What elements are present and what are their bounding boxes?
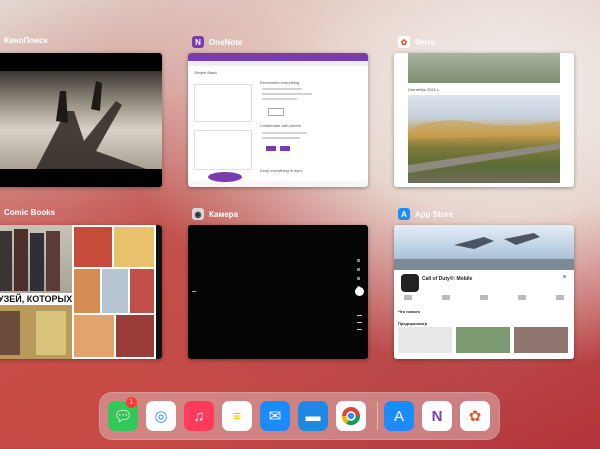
safari-app[interactable]: ◎ <box>146 401 176 431</box>
app-card-appstore[interactable]: Call of Duty®: Mobile Что нового Предпро… <box>394 225 574 359</box>
chrome-app[interactable] <box>336 401 366 431</box>
road-icon <box>408 120 560 173</box>
comic-figures-icon <box>0 229 72 359</box>
dock-separator <box>377 402 378 430</box>
music-app[interactable]: ♫ <box>184 401 214 431</box>
rating-row <box>404 295 564 303</box>
app-name: Фото <box>415 37 436 47</box>
app-label-photos: ✿ Фото <box>398 36 435 48</box>
app-label-onenote: N OneNote <box>192 36 242 48</box>
note-box <box>194 130 252 170</box>
sample-chart <box>268 108 284 116</box>
ink-shape <box>208 172 242 182</box>
app-name: Comic Books <box>4 208 56 217</box>
screenshot-preview <box>514 327 568 353</box>
page-edge <box>156 225 162 359</box>
game-icon <box>401 274 419 292</box>
app-store-icon: A <box>398 208 410 220</box>
app-card-camera[interactable] <box>188 225 368 359</box>
files-app[interactable]: ▬ <box>298 401 328 431</box>
comic-page-left: УЗЕЙ, КОТОРЫХ НЕТ <box>0 225 100 359</box>
section-title: Что нового <box>398 309 421 314</box>
app-label-appstore: A App Store <box>398 208 453 220</box>
screenshot-preview <box>398 327 452 353</box>
app-card-onenote[interactable]: Simple Basic Remember everything Collabo… <box>188 53 368 187</box>
app-name: App Store <box>415 209 454 219</box>
zoom-indicator <box>192 291 196 292</box>
app-card-kinopoisk[interactable] <box>0 53 162 187</box>
shutter-button <box>355 287 364 296</box>
message-icon: 💬︎ <box>113 408 133 425</box>
camera-icon: ◉ <box>192 208 204 220</box>
jets-icon <box>394 233 574 270</box>
app-label-comics: Comic Books <box>4 208 55 217</box>
photos-app[interactable]: ✿ <box>460 401 490 431</box>
photo-preview <box>408 95 560 183</box>
app-label-camera: ◉ Камера <box>192 208 238 220</box>
dock: 💬︎ 1 ◎ ♫ ≡ ✉ ▬ A N ✿ <box>99 392 500 440</box>
onenote-icon: N <box>431 407 443 425</box>
note-box <box>194 84 252 122</box>
compass-icon: ◎ <box>154 408 168 425</box>
app-name: OneNote <box>209 37 243 47</box>
mail-app[interactable]: ✉ <box>260 401 290 431</box>
comic-page-right <box>72 225 156 359</box>
app-label-kinopoisk: КиноПоиск <box>4 36 48 45</box>
app-card-photos[interactable]: Сентябрь 2021 г. <box>394 53 574 187</box>
photo-preview <box>408 53 560 83</box>
app-store-icon: A <box>393 407 404 425</box>
video-figures-icon <box>36 81 146 169</box>
app-card-comics[interactable]: УЗЕЙ, КОТОРЫХ НЕТ <box>0 225 162 359</box>
store-hero-image <box>394 225 574 270</box>
screenshot-preview <box>456 327 510 353</box>
section-heading: Keep everything in sync <box>260 168 303 173</box>
app-name: КиноПоиск <box>4 36 48 45</box>
section-heading: Collaborate with others <box>260 123 301 128</box>
sample-button <box>280 146 290 151</box>
messages-app[interactable]: 💬︎ 1 <box>108 397 138 431</box>
app-name: Камера <box>209 209 239 219</box>
comic-panels-icon <box>74 227 154 357</box>
onenote-app[interactable]: N <box>422 401 452 431</box>
camera-controls <box>357 259 360 303</box>
section-title: Предпросмотр <box>398 321 428 326</box>
music-note-icon: ♫ <box>193 407 205 425</box>
flower-icon: ✿ <box>468 408 482 425</box>
section-heading: Remember everything <box>260 80 300 85</box>
notification-badge: 1 <box>126 397 137 408</box>
onenote-icon: N <box>192 36 204 48</box>
notes-icon: ≡ <box>232 407 242 425</box>
sample-button <box>266 146 276 151</box>
envelope-icon: ✉ <box>268 408 282 425</box>
photo-date: Сентябрь 2021 г. <box>408 87 440 92</box>
notes-app[interactable]: ≡ <box>222 401 252 431</box>
game-title: Call of Duty®: Mobile <box>422 276 473 282</box>
flower-icon: ✿ <box>398 36 410 48</box>
chrome-icon <box>342 407 360 426</box>
app-store-app[interactable]: A <box>384 401 414 431</box>
video-frame <box>0 71 162 169</box>
folder-icon: ▬ <box>305 407 321 425</box>
onenote-titlebar <box>188 53 368 61</box>
onenote-page: Simple Basic Remember everything Collabo… <box>188 66 368 182</box>
page-title: Simple Basic <box>194 70 218 75</box>
